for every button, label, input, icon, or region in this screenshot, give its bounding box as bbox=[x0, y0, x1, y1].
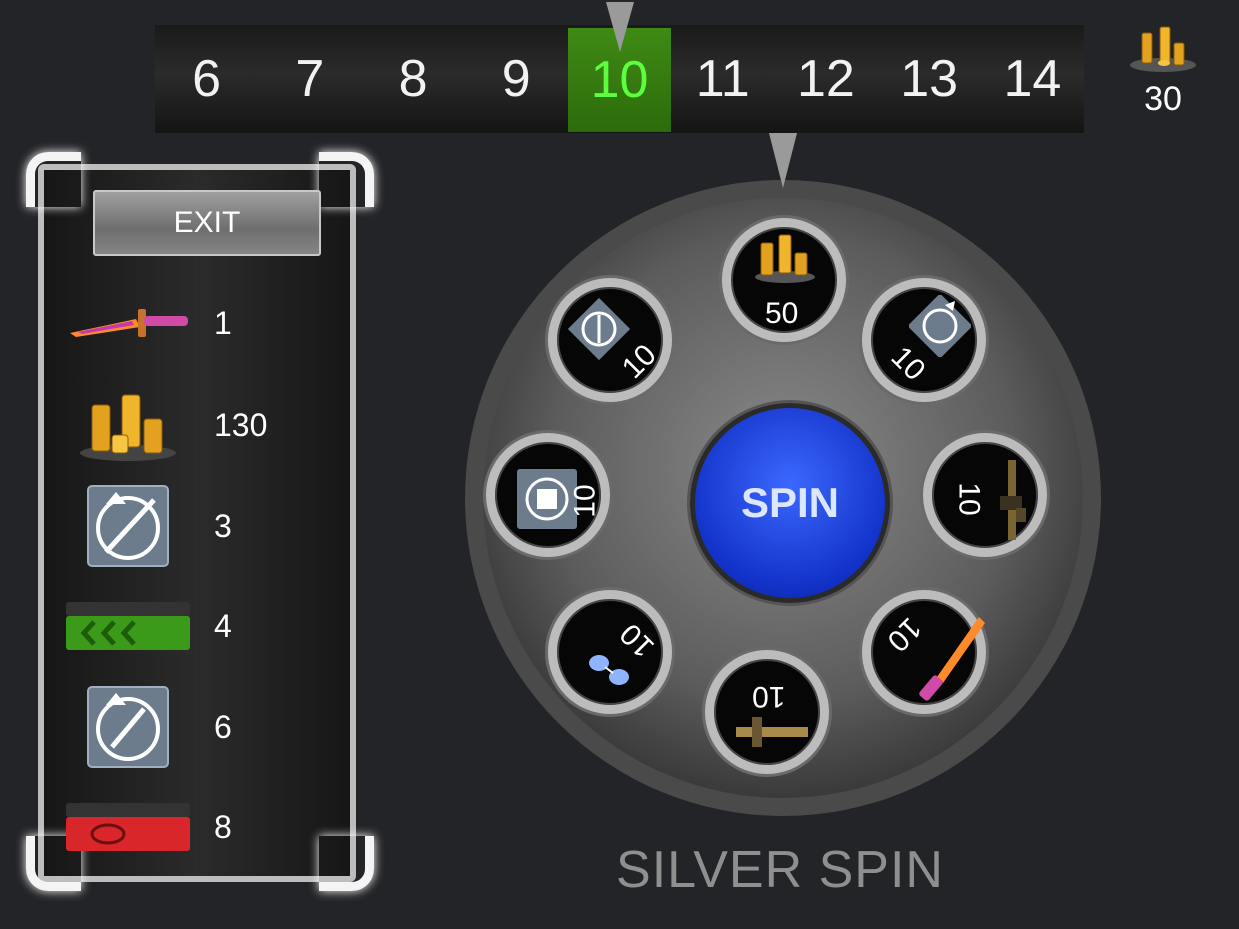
inventory-count: 130 bbox=[214, 407, 268, 443]
sunglasses-icon bbox=[589, 655, 629, 685]
wheel-slot-sunglasses[interactable]: 10 bbox=[548, 590, 672, 714]
wheel-title: SILVER SPIN bbox=[616, 841, 944, 899]
inventory-item-knife: 1 bbox=[60, 278, 320, 368]
knife-skin-icon bbox=[60, 278, 196, 368]
strip-number: 6 bbox=[192, 50, 222, 108]
strip-number: 7 bbox=[295, 50, 325, 108]
green-crate-icon bbox=[60, 581, 196, 671]
inventory-item-knife-token: 6 bbox=[60, 682, 320, 772]
wheel-slot-armor-token[interactable]: 10 bbox=[862, 278, 986, 402]
inventory-item-green-crate: 4 bbox=[60, 581, 320, 671]
inventory-count: 6 bbox=[214, 709, 232, 745]
inventory-count: 1 bbox=[214, 305, 232, 341]
wheel-pointer-icon bbox=[769, 133, 797, 188]
inventory-item-rifle-token: 3 bbox=[60, 481, 320, 571]
rifle-upgrade-icon bbox=[60, 481, 196, 571]
slot-value: 10 bbox=[568, 484, 602, 518]
armor-upgrade-icon bbox=[909, 295, 971, 357]
wheel-slot-knife[interactable]: 10 bbox=[862, 590, 986, 714]
wheel-slot-coins[interactable]: 50 bbox=[722, 218, 846, 342]
slot-value: 50 bbox=[765, 297, 799, 330]
coin-balance: 30 bbox=[1144, 80, 1182, 118]
knife-upgrade-icon bbox=[567, 297, 631, 361]
inventory-count: 8 bbox=[214, 809, 232, 845]
panel-corner bbox=[319, 152, 374, 207]
strip-number: 13 bbox=[900, 50, 959, 108]
strip-number: 8 bbox=[398, 50, 428, 108]
red-crate-icon bbox=[60, 782, 196, 872]
strip-number: 12 bbox=[797, 50, 855, 108]
wheel-slot-crossbow[interactable]: 10 bbox=[705, 650, 829, 774]
knife-upgrade-icon bbox=[60, 682, 196, 772]
assault-rifle-icon bbox=[1000, 460, 1026, 540]
panel-corner bbox=[26, 152, 81, 207]
gold-coins-icon bbox=[60, 380, 196, 470]
gold-coins-icon bbox=[1128, 25, 1198, 73]
strip-number: 9 bbox=[501, 50, 531, 108]
wheel-slot-ammo-token[interactable]: 10 bbox=[486, 433, 610, 557]
strip-number: 11 bbox=[695, 50, 750, 108]
inventory-count: 3 bbox=[214, 508, 232, 544]
inventory-item-red-crate: 8 bbox=[60, 782, 320, 872]
inventory-item-coins: 130 bbox=[60, 380, 320, 470]
slot-value: 10 bbox=[952, 482, 986, 516]
strip-number: 14 bbox=[1003, 50, 1062, 108]
exit-button[interactable]: EXIT bbox=[93, 190, 321, 256]
gold-coins-icon bbox=[755, 234, 815, 283]
wheel-slot-rifle[interactable]: 10 bbox=[923, 433, 1047, 557]
panel-corner bbox=[319, 836, 374, 891]
inventory-count: 4 bbox=[214, 608, 232, 644]
slot-value: 10 bbox=[752, 680, 786, 713]
wheel-slot-knife-token[interactable]: 10 bbox=[548, 278, 672, 402]
strip-pointer-icon bbox=[606, 2, 634, 52]
spin-button[interactable]: SPIN bbox=[690, 403, 890, 603]
crossbow-icon bbox=[736, 717, 808, 747]
